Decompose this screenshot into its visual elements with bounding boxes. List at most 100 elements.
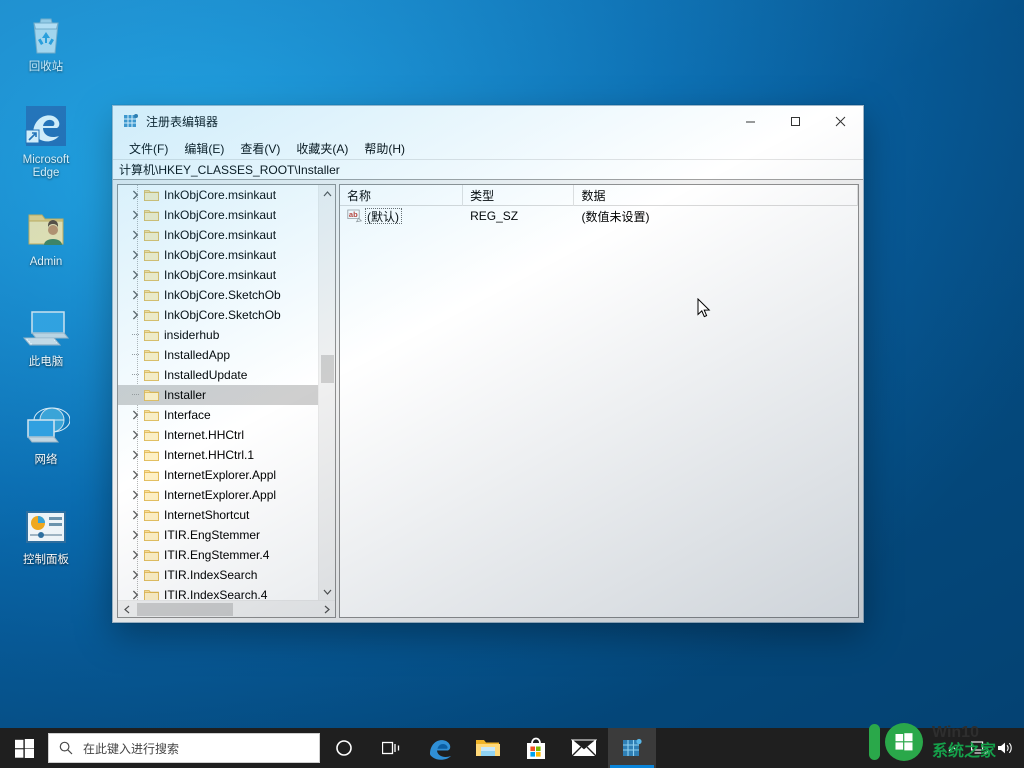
desktop-icon-network[interactable]: 网络 xyxy=(8,403,84,467)
menu-view[interactable]: 查看(V) xyxy=(232,138,288,159)
tree-item-label: Internet.HHCtrl.1 xyxy=(164,448,255,462)
tree-item[interactable]: InkObjCore.msinkaut xyxy=(118,265,335,285)
cortana-button[interactable] xyxy=(320,728,368,768)
scroll-down-button[interactable] xyxy=(319,583,335,600)
tree-scroll-thumb[interactable] xyxy=(321,355,334,383)
tree-item[interactable]: insiderhub xyxy=(118,325,335,345)
scroll-right-button[interactable] xyxy=(318,601,335,618)
folder-icon xyxy=(144,229,159,242)
chevron-right-icon[interactable] xyxy=(129,445,141,465)
tree-vertical-scrollbar[interactable] xyxy=(318,185,335,600)
window-titlebar[interactable]: 注册表编辑器 xyxy=(113,106,863,137)
chevron-right-icon[interactable] xyxy=(129,185,141,205)
scroll-up-button[interactable] xyxy=(319,185,335,202)
tree-item[interactable]: InstalledUpdate xyxy=(118,365,335,385)
folder-icon xyxy=(144,449,159,462)
minimize-button[interactable] xyxy=(728,106,773,137)
value-data-text: (数值未设置) xyxy=(581,209,650,224)
tree-item[interactable]: ITIR.EngStemmer.4 xyxy=(118,545,335,565)
folder-icon xyxy=(144,249,159,262)
recycle-bin-icon xyxy=(8,10,84,58)
tree-item[interactable]: InkObjCore.SketchOb xyxy=(118,305,335,325)
this-pc-icon xyxy=(8,305,84,353)
column-header-type[interactable]: 类型 xyxy=(463,185,575,206)
desktop-icon-control-panel[interactable]: 控制面板 xyxy=(8,503,84,567)
tree-horizontal-scrollbar[interactable] xyxy=(118,600,335,617)
tree-item-label: Internet.HHCtrl xyxy=(164,428,245,442)
desktop: 回收站 Microsoft Edge Admin 此电脑 网络 控制面板 注册表… xyxy=(0,0,1024,768)
chevron-right-icon[interactable] xyxy=(129,285,141,305)
control-panel-icon xyxy=(8,503,84,551)
mail-button[interactable] xyxy=(560,728,608,768)
tree-item[interactable]: ITIR.IndexSearch.4 xyxy=(118,585,335,600)
chevron-right-icon[interactable] xyxy=(129,565,141,585)
taskbar-search-box[interactable]: 在此键入进行搜索 xyxy=(48,733,320,763)
registry-tree-list: InkObjCore.msinkaut InkObjCore.msinkaut In… xyxy=(118,185,335,600)
chevron-right-icon[interactable] xyxy=(129,525,141,545)
menu-file[interactable]: 文件(F) xyxy=(121,138,176,159)
tree-hscroll-thumb[interactable] xyxy=(137,603,233,616)
tree-item-label: InkObjCore.SketchOb xyxy=(164,308,281,322)
value-row[interactable]: ab (默认) REG_SZ (数值未设置) xyxy=(340,206,858,226)
tree-item[interactable]: ITIR.EngStemmer xyxy=(118,525,335,545)
network-icon xyxy=(8,403,84,451)
microsoft-store-button[interactable] xyxy=(512,728,560,768)
tree-item[interactable]: Installer xyxy=(118,385,335,405)
chevron-right-icon[interactable] xyxy=(129,265,141,285)
desktop-icon-label: Admin xyxy=(29,256,63,268)
folder-icon xyxy=(144,269,159,282)
chevron-right-icon[interactable] xyxy=(129,465,141,485)
column-header-data[interactable]: 数据 xyxy=(574,185,858,206)
tree-item[interactable]: InkObjCore.msinkaut xyxy=(118,185,335,205)
tree-item[interactable]: InkObjCore.msinkaut xyxy=(118,225,335,245)
tree-item[interactable]: InstalledApp xyxy=(118,345,335,365)
tree-item[interactable]: InkObjCore.SketchOb xyxy=(118,285,335,305)
chevron-right-icon[interactable] xyxy=(129,505,141,525)
task-view-button[interactable] xyxy=(368,728,416,768)
tree-item[interactable]: Internet.HHCtrl xyxy=(118,425,335,445)
tree-item-label: ITIR.EngStemmer.4 xyxy=(164,548,270,562)
column-header-name[interactable]: 名称 xyxy=(340,185,464,206)
close-button[interactable] xyxy=(818,106,863,137)
start-button[interactable] xyxy=(0,728,48,768)
tree-item[interactable]: InternetShortcut xyxy=(118,505,335,525)
folder-icon xyxy=(144,189,159,202)
tree-leaf-connector xyxy=(132,374,139,375)
desktop-icon-this-pc[interactable]: 此电脑 xyxy=(8,305,84,369)
chevron-right-icon[interactable] xyxy=(129,545,141,565)
tree-item-label: InkObjCore.msinkaut xyxy=(164,188,277,202)
tree-item[interactable]: InternetExplorer.Appl xyxy=(118,465,335,485)
maximize-button[interactable] xyxy=(773,106,818,137)
registry-editor-taskbar-button[interactable] xyxy=(608,728,656,768)
tree-item[interactable]: InternetExplorer.Appl xyxy=(118,485,335,505)
chevron-right-icon[interactable] xyxy=(129,205,141,225)
file-explorer-button[interactable] xyxy=(464,728,512,768)
desktop-icon-microsoft-edge[interactable]: Microsoft Edge xyxy=(8,103,84,180)
menu-help[interactable]: 帮助(H) xyxy=(356,138,413,159)
chevron-right-icon[interactable] xyxy=(129,245,141,265)
chevron-right-icon[interactable] xyxy=(129,305,141,325)
tree-item[interactable]: ITIR.IndexSearch xyxy=(118,565,335,585)
menu-edit[interactable]: 编辑(E) xyxy=(176,138,232,159)
chevron-right-icon[interactable] xyxy=(129,405,141,425)
edge-taskbar-button[interactable] xyxy=(416,728,464,768)
scroll-left-button[interactable] xyxy=(118,601,135,618)
chevron-right-icon[interactable] xyxy=(129,425,141,445)
chevron-right-icon[interactable] xyxy=(129,585,141,600)
registry-editor-icon xyxy=(123,113,139,129)
tree-item[interactable]: InkObjCore.msinkaut xyxy=(118,205,335,225)
registry-address-bar[interactable]: 计算机\HKEY_CLASSES_ROOT\Installer xyxy=(113,159,863,180)
tree-item[interactable]: Interface xyxy=(118,405,335,425)
desktop-icon-admin[interactable]: Admin xyxy=(8,205,84,269)
chevron-right-icon[interactable] xyxy=(129,225,141,245)
tree-item-label: InkObjCore.msinkaut xyxy=(164,268,277,282)
window-controls xyxy=(728,106,863,137)
desktop-icon-recycle-bin[interactable]: 回收站 xyxy=(8,10,84,74)
chevron-right-icon[interactable] xyxy=(129,485,141,505)
value-name-cell[interactable]: ab (默认) xyxy=(340,206,463,226)
menu-favorites[interactable]: 收藏夹(A) xyxy=(288,138,356,159)
folder-icon xyxy=(144,489,159,502)
tree-item[interactable]: InkObjCore.msinkaut xyxy=(118,245,335,265)
search-placeholder: 在此键入进行搜索 xyxy=(83,741,180,756)
tree-item[interactable]: Internet.HHCtrl.1 xyxy=(118,445,335,465)
